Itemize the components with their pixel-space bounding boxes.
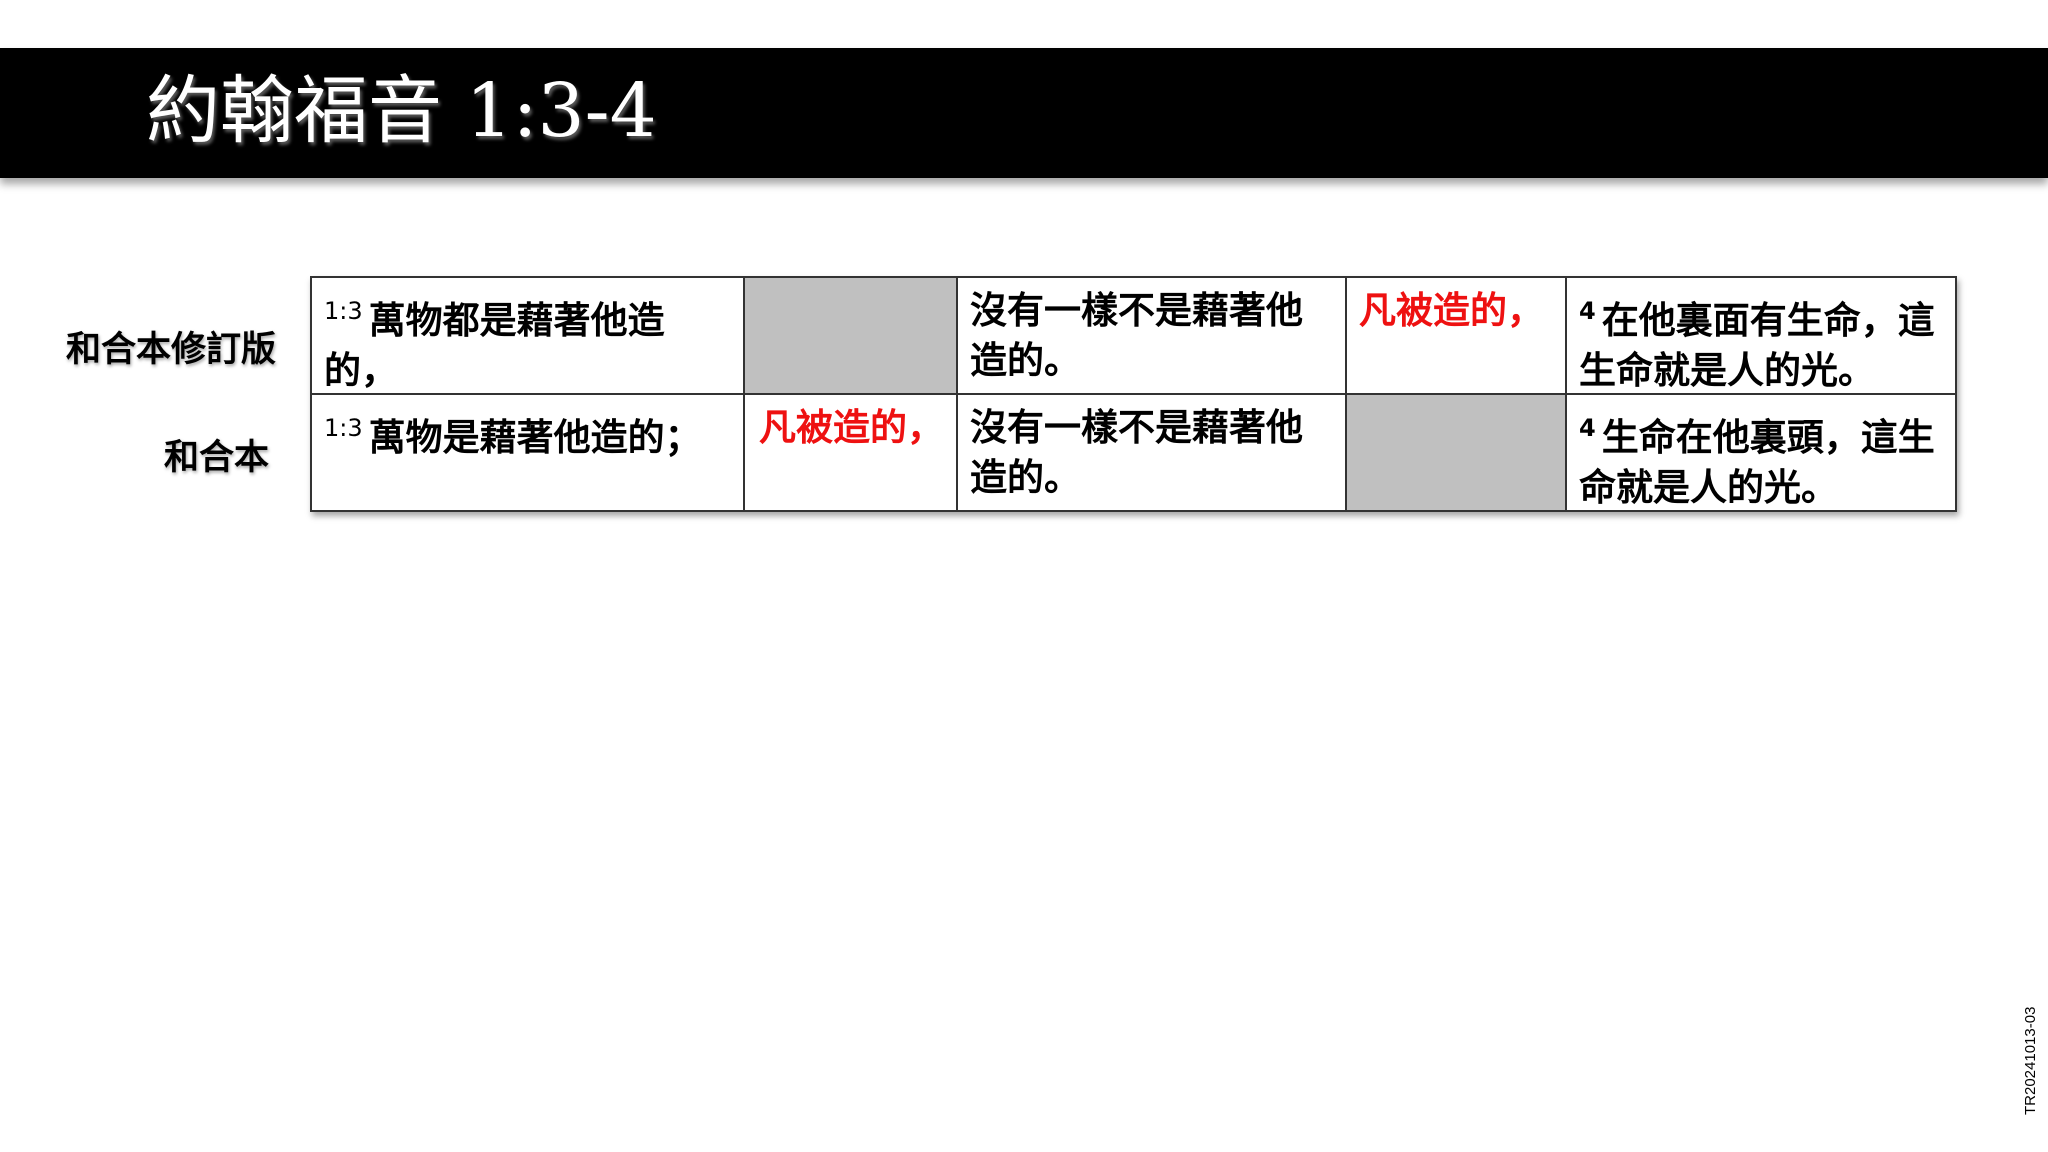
verse-text: 凡被造的， [759,406,944,449]
table-cell: 4 生命在他裏頭，這生命就是人的光。 [1567,395,1955,510]
verse-text: 凡被造的， [1359,289,1544,332]
table-cell-highlight: 凡被造的， [1347,278,1567,395]
table-cell: 沒有一樣不是藉著他造的。 [958,395,1347,510]
verse-number: 4 [1579,414,1596,442]
slide-code: TR20241013-03 [2022,1006,2039,1115]
verse-number: 1:3 [324,297,363,325]
verse-text: 萬物是藉著他造的； [368,416,702,459]
verse-text: 萬物都是藉著他造的， [324,299,665,392]
table-cell: 1:3 萬物是藉著他造的； [312,395,745,510]
verse-text: 沒有一樣不是藉著他造的。 [970,289,1303,382]
table-cell-highlight: 凡被造的， [745,395,958,510]
comparison-table: 1:3 萬物都是藉著他造的， 沒有一樣不是藉著他造的。 凡被造的， 4 在他裏面有生… [310,276,1957,512]
table-cell-empty [745,278,958,395]
row-label-union: 和合本 [164,438,270,478]
verse-number: 1:3 [324,414,363,442]
table-cell-empty [1347,395,1567,510]
title-bar: 約翰福音 1:3-4 [0,48,2048,178]
verse-text: 生命在他裏頭，這生命就是人的光。 [1579,416,1935,509]
table-cell: 1:3 萬物都是藉著他造的， [312,278,745,395]
page-title: 約翰福音 1:3-4 [146,68,657,154]
table-cell: 4 在他裏面有生命，這生命就是人的光。 [1567,278,1955,395]
row-label-revised: 和合本修訂版 [66,330,277,370]
verse-text: 在他裏面有生命，這生命就是人的光。 [1579,299,1935,392]
verse-text: 沒有一樣不是藉著他造的。 [970,406,1303,499]
table-cell: 沒有一樣不是藉著他造的。 [958,278,1347,395]
verse-number: 4 [1579,297,1596,325]
